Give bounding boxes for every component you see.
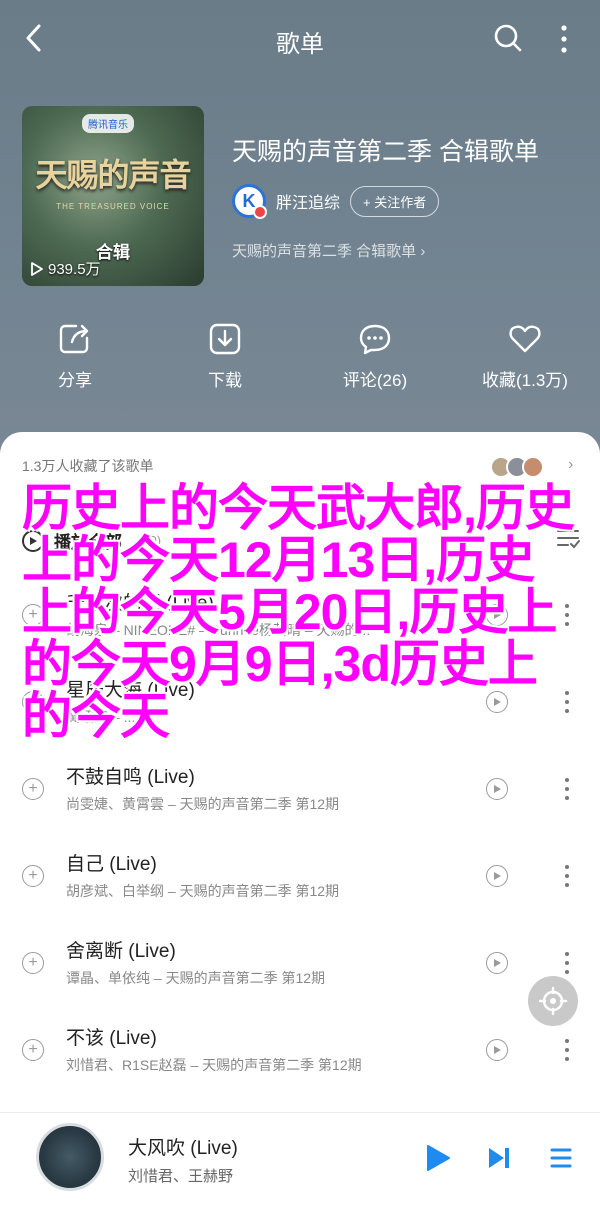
download-label: 下载	[208, 371, 242, 390]
cover-badge: 腾讯音乐	[82, 114, 134, 133]
song-more-button[interactable]	[560, 600, 574, 630]
playlist-header: 歌单 腾讯音乐 天赐的声音 THE TREASURED VOICE 合辑 939…	[0, 0, 600, 470]
play-count: 939.5万	[30, 258, 101, 279]
author-avatar[interactable]: K	[232, 184, 267, 219]
verified-badge-icon	[253, 205, 267, 219]
chevron-right-icon: ›	[568, 456, 574, 473]
favorites-summary[interactable]: 1.3万人收藏了该歌单	[22, 456, 153, 476]
search-icon	[494, 24, 522, 52]
play-all-button[interactable]: 播放全部 (90)	[22, 528, 161, 553]
comment-button[interactable]: 评论(26)	[300, 322, 450, 391]
mv-button[interactable]	[486, 691, 508, 713]
mv-button[interactable]	[486, 778, 508, 800]
mv-button[interactable]	[486, 604, 508, 626]
now-playing-cover[interactable]	[36, 1123, 104, 1191]
mv-button[interactable]	[486, 1039, 508, 1061]
song-meta: 刘惜君、R1SE赵磊 – 天赐的声音第二季 第12期	[66, 1057, 362, 1073]
song-title: 星辰大海 (Live)	[66, 680, 195, 701]
mini-player[interactable]: 大风吹 (Live) 刘惜君、王赫野	[0, 1112, 600, 1210]
play-icon	[494, 698, 501, 706]
playlist-queue-icon	[550, 1148, 572, 1168]
play-icon	[427, 1145, 450, 1171]
mv-button[interactable]	[486, 952, 508, 974]
song-count: (90)	[138, 533, 162, 548]
song-title: 不该 (Live)	[66, 1028, 157, 1049]
list-item[interactable]: + 不鼓自鸣 (Live) 尚雯婕、黄霄雲 – 天赐的声音第二季 第12期	[0, 748, 600, 834]
song-meta: 胡海泉 – NINEONE# – Sunnee杨芸晴 – 天赐的...	[66, 622, 371, 638]
share-button[interactable]: 分享	[0, 322, 150, 391]
next-track-button[interactable]	[486, 1145, 512, 1176]
list-item[interactable]: + 不该 (Live) 刘惜君、R1SE赵磊 – 天赐的声音第二季 第12期	[0, 1009, 600, 1095]
comment-icon	[359, 324, 391, 355]
play-all-label: 播放全部	[54, 533, 122, 552]
favorite-button[interactable]: 收藏(1.3万)	[450, 322, 600, 391]
more-vertical-icon	[561, 25, 567, 53]
song-more-button[interactable]	[560, 948, 574, 978]
song-more-button[interactable]	[560, 1035, 574, 1065]
cover-subtitle: THE TREASURED VOICE	[56, 202, 170, 211]
song-meta: 尚雯婕、黄霄雲 – 天赐的声音第二季 第12期	[66, 796, 340, 812]
playlist-description[interactable]: 天赐的声音第二季 合辑歌单 ›	[232, 240, 425, 261]
play-icon	[494, 872, 501, 880]
favorite-label: 收藏(1.3万)	[482, 371, 568, 390]
play-icon	[31, 261, 43, 276]
play-icon	[494, 1046, 501, 1054]
add-song-button[interactable]: +	[22, 952, 44, 974]
heart-icon	[509, 325, 541, 353]
add-song-button[interactable]: +	[22, 604, 44, 626]
song-meta: 黄绍鸿 – ...	[66, 709, 136, 725]
song-title: 不鼓自鸣 (Live)	[66, 767, 195, 788]
comment-label: 评论(26)	[342, 371, 408, 390]
list-item[interactable]: + 星辰大海 (Live) 黄绍鸿 – ...	[0, 661, 600, 747]
song-meta: 谭晶、单依纯 – 天赐的声音第二季 第12期	[66, 970, 326, 986]
now-playing-title: 大风吹 (Live)	[128, 1138, 238, 1159]
avatar	[522, 456, 544, 478]
multi-select-button[interactable]	[556, 528, 580, 555]
play-icon	[494, 959, 501, 967]
song-more-button[interactable]	[560, 861, 574, 891]
skip-next-icon	[489, 1148, 509, 1168]
action-bar: 分享 下载 评论(26) 收藏(1.3万)	[0, 322, 600, 402]
share-icon	[59, 324, 89, 354]
add-song-button[interactable]: +	[22, 691, 44, 713]
play-icon	[494, 785, 501, 793]
play-count-value: 939.5万	[48, 261, 101, 278]
top-bar: 歌单	[0, 0, 600, 80]
add-song-button[interactable]: +	[22, 865, 44, 887]
song-more-button[interactable]	[560, 774, 574, 804]
song-title: 千万次的问 (Live)	[66, 593, 214, 614]
song-title: 舍离断 (Live)	[66, 941, 176, 962]
author-name[interactable]: 胖汪追综	[276, 189, 340, 213]
cover-brand-logo: 天赐的声音	[35, 156, 191, 194]
play-icon	[494, 611, 501, 619]
add-song-button[interactable]: +	[22, 1039, 44, 1061]
playlist-cover[interactable]: 腾讯音乐 天赐的声音 THE TREASURED VOICE 合辑 939.5万	[22, 106, 204, 286]
play-queue-button[interactable]	[548, 1145, 574, 1176]
list-item[interactable]: + 自己 (Live) 胡彦斌、白举纲 – 天赐的声音第二季 第12期	[0, 835, 600, 921]
playlist-title: 天赐的声音第二季 合辑歌单	[232, 138, 539, 166]
mv-button[interactable]	[486, 865, 508, 887]
follow-author-button[interactable]: + 关注作者	[350, 185, 440, 217]
play-all-icon	[22, 529, 44, 552]
list-item[interactable]: + 舍离断 (Live) 谭晶、单依纯 – 天赐的声音第二季 第12期	[0, 922, 600, 1008]
download-button[interactable]: 下载	[150, 322, 300, 391]
favorite-users-avatars[interactable]	[490, 456, 544, 478]
download-icon	[209, 323, 241, 355]
author-row: K 胖汪追综 + 关注作者	[232, 183, 440, 219]
locate-current-song-button[interactable]	[528, 976, 578, 1026]
song-meta: 胡彦斌、白举纲 – 天赐的声音第二季 第12期	[66, 883, 340, 899]
list-item[interactable]: + 千万次的问 (Live) 胡海泉 – NINEONE# – Sunnee杨芸…	[0, 574, 600, 660]
song-more-button[interactable]	[560, 687, 574, 717]
share-label: 分享	[58, 371, 92, 390]
play-pause-button[interactable]	[424, 1143, 452, 1178]
search-button[interactable]	[492, 22, 524, 54]
locate-icon	[538, 986, 568, 1016]
list-select-icon	[557, 530, 580, 549]
now-playing-artist: 刘惜君、王赫野	[128, 1168, 234, 1185]
more-menu-button[interactable]	[552, 22, 576, 56]
song-title: 自己 (Live)	[66, 854, 157, 875]
add-song-button[interactable]: +	[22, 778, 44, 800]
